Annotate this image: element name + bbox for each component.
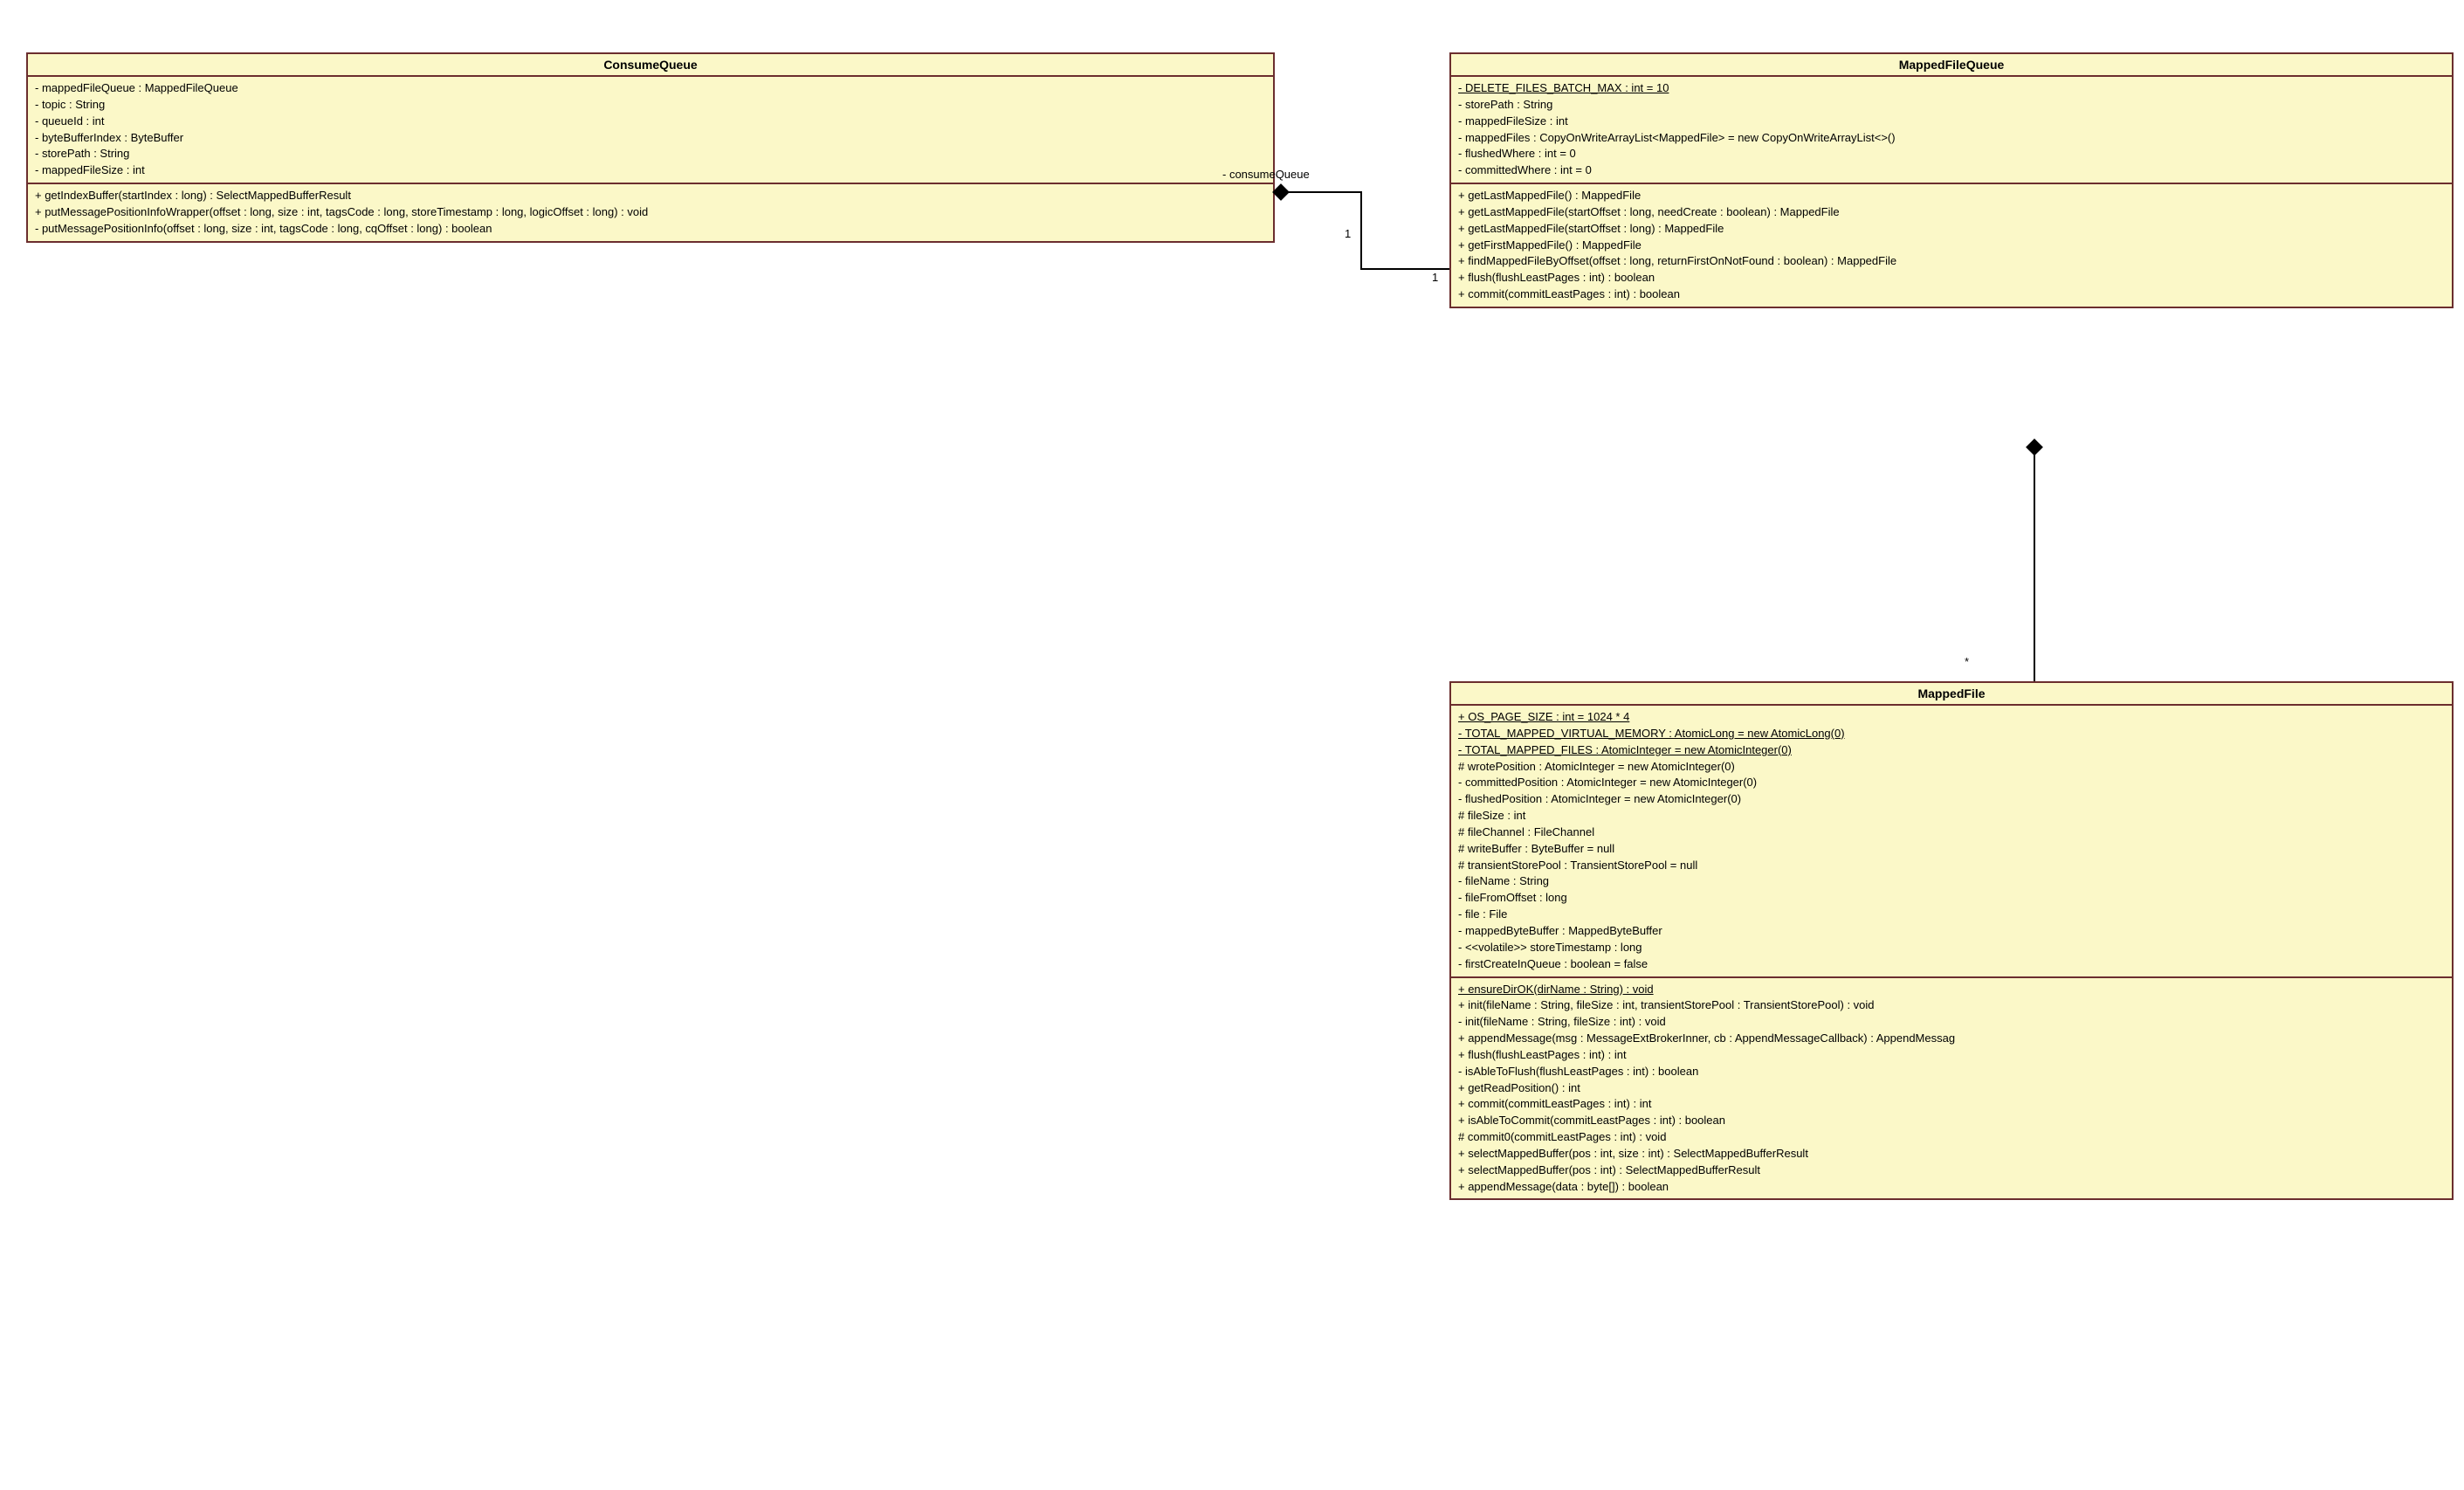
class-attribute: - file : File (1458, 907, 2445, 923)
class-operation: + appendMessage(msg : MessageExtBrokerIn… (1458, 1031, 2445, 1047)
class-operation: + flush(flushLeastPages : int) : int (1458, 1047, 2445, 1064)
class-attribute: - firstCreateInQueue : boolean = false (1458, 956, 2445, 973)
class-operation: - putMessagePositionInfo(offset : long, … (35, 221, 1266, 238)
connector-line (1360, 191, 1362, 270)
class-mappedfilequeue: MappedFileQueue - DELETE_FILES_BATCH_MAX… (1449, 52, 2454, 308)
class-operation: # commit0(commitLeastPages : int) : void (1458, 1129, 2445, 1146)
class-attribute: - byteBufferIndex : ByteBuffer (35, 130, 1266, 147)
class-attribute: # fileChannel : FileChannel (1458, 824, 2445, 841)
class-attribute: - fileFromOffset : long (1458, 890, 2445, 907)
class-attribute: - flushedPosition : AtomicInteger = new … (1458, 791, 2445, 808)
class-title: MappedFileQueue (1451, 54, 2452, 77)
class-operation: + getLastMappedFile(startOffset : long, … (1458, 204, 2445, 221)
attributes-compartment: + OS_PAGE_SIZE : int = 1024 * 4 - TOTAL_… (1451, 706, 2452, 976)
class-operation: + putMessagePositionInfoWrapper(offset :… (35, 204, 1266, 221)
class-attribute: - committedPosition : AtomicInteger = ne… (1458, 775, 2445, 791)
class-operation: + flush(flushLeastPages : int) : boolean (1458, 270, 2445, 286)
class-operation: + getReadPosition() : int (1458, 1080, 2445, 1097)
connector-line (1360, 268, 1449, 270)
class-attribute: - storePath : String (35, 146, 1266, 162)
attributes-compartment: - mappedFileQueue : MappedFileQueue - to… (28, 77, 1273, 183)
class-attribute: - mappedFileSize : int (1458, 114, 2445, 130)
class-operation: + selectMappedBuffer(pos : int, size : i… (1458, 1146, 2445, 1162)
class-attribute: - TOTAL_MAPPED_FILES : AtomicInteger = n… (1458, 742, 2445, 759)
class-operation: - isAbleToFlush(flushLeastPages : int) :… (1458, 1064, 2445, 1080)
class-operation: + getIndexBuffer(startIndex : long) : Se… (35, 188, 1266, 204)
class-operation: + commit(commitLeastPages : int) : boole… (1458, 286, 2445, 303)
class-attribute: # fileSize : int (1458, 808, 2445, 824)
class-attribute: - TOTAL_MAPPED_VIRTUAL_MEMORY : AtomicLo… (1458, 726, 2445, 742)
connector-line (2034, 453, 2035, 681)
class-operation: + selectMappedBuffer(pos : int) : Select… (1458, 1162, 2445, 1179)
class-operation: + init(fileName : String, fileSize : int… (1458, 997, 2445, 1014)
class-attribute: - storePath : String (1458, 97, 2445, 114)
class-title: MappedFile (1451, 683, 2452, 706)
class-attribute: - topic : String (35, 97, 1266, 114)
multiplicity-label: 1 (1345, 227, 1351, 240)
operations-compartment: + getLastMappedFile() : MappedFile + get… (1451, 183, 2452, 307)
operations-compartment: + getIndexBuffer(startIndex : long) : Se… (28, 183, 1273, 241)
class-attribute: - committedWhere : int = 0 (1458, 162, 2445, 179)
class-attribute: - <<volatile>> storeTimestamp : long (1458, 940, 2445, 956)
class-operation: + findMappedFileByOffset(offset : long, … (1458, 253, 2445, 270)
class-operation: + getFirstMappedFile() : MappedFile (1458, 238, 2445, 254)
class-attribute: - flushedWhere : int = 0 (1458, 146, 2445, 162)
class-attribute: # wrotePosition : AtomicInteger = new At… (1458, 759, 2445, 776)
operations-compartment: + ensureDirOK(dirName : String) : void +… (1451, 976, 2452, 1199)
attributes-compartment: - DELETE_FILES_BATCH_MAX : int = 10 - st… (1451, 77, 2452, 183)
class-operation: + ensureDirOK(dirName : String) : void (1458, 982, 2445, 998)
class-attribute: - DELETE_FILES_BATCH_MAX : int = 10 (1458, 80, 2445, 97)
association-label: - consumeQueue (1222, 168, 1310, 181)
class-title: ConsumeQueue (28, 54, 1273, 77)
class-mappedfile: MappedFile + OS_PAGE_SIZE : int = 1024 *… (1449, 681, 2454, 1200)
class-operation: - init(fileName : String, fileSize : int… (1458, 1014, 2445, 1031)
class-attribute: # transientStorePool : TransientStorePoo… (1458, 858, 2445, 874)
class-attribute: - mappedByteBuffer : MappedByteBuffer (1458, 923, 2445, 940)
class-attribute: + OS_PAGE_SIZE : int = 1024 * 4 (1458, 709, 2445, 726)
class-attribute: - mappedFileSize : int (35, 162, 1266, 179)
multiplicity-label: * (1965, 655, 1969, 668)
class-attribute: - mappedFiles : CopyOnWriteArrayList<Map… (1458, 130, 2445, 147)
class-operation: + getLastMappedFile() : MappedFile (1458, 188, 2445, 204)
class-attribute: - mappedFileQueue : MappedFileQueue (35, 80, 1266, 97)
class-attribute: - fileName : String (1458, 873, 2445, 890)
class-attribute: - queueId : int (35, 114, 1266, 130)
class-attribute: # writeBuffer : ByteBuffer = null (1458, 841, 2445, 858)
class-consumequeue: ConsumeQueue - mappedFileQueue : MappedF… (26, 52, 1275, 243)
class-operation: + getLastMappedFile(startOffset : long) … (1458, 221, 2445, 238)
multiplicity-label: 1 (1432, 271, 1438, 284)
connector-line (1287, 191, 1362, 193)
class-operation: + commit(commitLeastPages : int) : int (1458, 1096, 2445, 1113)
class-operation: + isAbleToCommit(commitLeastPages : int)… (1458, 1113, 2445, 1129)
class-operation: + appendMessage(data : byte[]) : boolean (1458, 1179, 2445, 1196)
diagram-canvas: ConsumeQueue - mappedFileQueue : MappedF… (0, 0, 2464, 1490)
